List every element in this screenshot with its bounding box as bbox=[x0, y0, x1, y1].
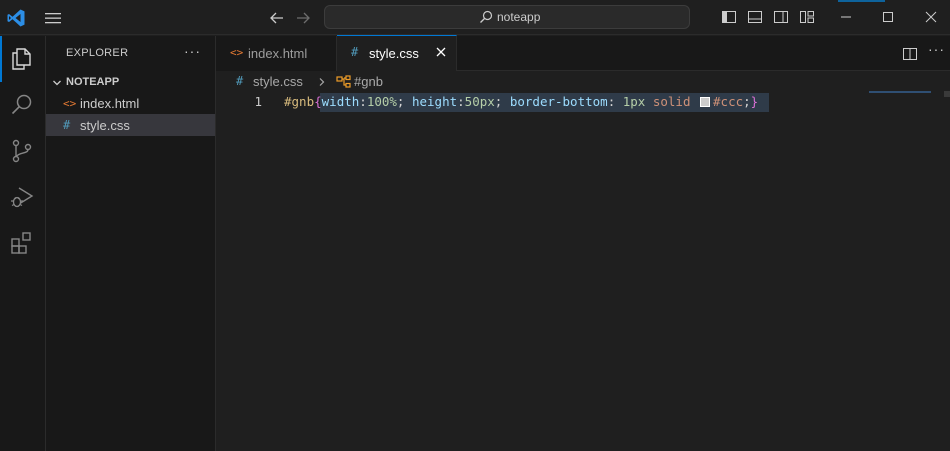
vscode-logo-icon bbox=[7, 9, 25, 27]
chevron-down-icon bbox=[53, 80, 61, 86]
html-file-icon: <> bbox=[63, 97, 77, 110]
activity-source-control[interactable] bbox=[0, 128, 46, 174]
code-text[interactable]: #gnb{width:100%; height:50px; border-bot… bbox=[284, 94, 758, 109]
file-style-css[interactable]: # style.css bbox=[46, 114, 215, 136]
explorer-icon bbox=[12, 48, 31, 70]
minimap[interactable] bbox=[869, 91, 931, 93]
maximize-icon[interactable] bbox=[880, 9, 896, 25]
activity-run-debug[interactable] bbox=[0, 174, 46, 220]
command-center-search[interactable]: noteapp bbox=[324, 5, 690, 29]
file-index-html[interactable]: <> index.html bbox=[46, 92, 215, 114]
back-arrow-icon[interactable] bbox=[268, 9, 286, 27]
tab-index-html[interactable]: <> index.html bbox=[216, 36, 337, 71]
css-property: height bbox=[411, 94, 458, 109]
folder-name: NOTEAPP bbox=[66, 76, 120, 88]
explorer-title: EXPLORER bbox=[66, 47, 129, 59]
code-line[interactable]: 1 #gnb{width:100%; height:50px; border-b… bbox=[216, 93, 950, 112]
close-brace: } bbox=[750, 94, 759, 109]
toggle-primary-sidebar-icon[interactable] bbox=[721, 9, 737, 25]
tab-label: style.css bbox=[369, 46, 419, 61]
html-file-icon: <> bbox=[230, 46, 244, 59]
editor-more-actions-button[interactable]: ··· bbox=[928, 41, 945, 57]
explorer-sidebar: EXPLORER ··· NOTEAPP <> index.html # sty… bbox=[46, 36, 216, 451]
file-label: style.css bbox=[80, 118, 130, 133]
editor-tab-bar: <> index.html # style.css ··· bbox=[216, 35, 950, 71]
css-file-icon: # bbox=[351, 45, 359, 59]
color-swatch[interactable] bbox=[700, 97, 711, 107]
activity-search[interactable] bbox=[0, 82, 46, 128]
css-selector: #gnb bbox=[284, 94, 315, 109]
activity-extensions[interactable] bbox=[0, 220, 46, 266]
forward-arrow-icon[interactable] bbox=[294, 9, 312, 27]
css-property: border-bottom bbox=[509, 94, 608, 109]
code-editor[interactable]: # style.css #gnb 1 #gnb{width:100%; heig… bbox=[216, 71, 950, 451]
chevron-right-icon bbox=[319, 78, 325, 86]
line-number: 1 bbox=[254, 94, 262, 109]
folder-noteapp[interactable]: NOTEAPP bbox=[46, 72, 216, 94]
search-icon bbox=[480, 10, 493, 23]
explorer-more-actions-button[interactable]: ··· bbox=[184, 43, 201, 59]
source-control-icon bbox=[12, 139, 32, 163]
css-keyword: solid bbox=[652, 94, 691, 109]
activity-explorer[interactable] bbox=[0, 36, 46, 82]
close-icon[interactable] bbox=[434, 45, 448, 59]
css-value: 100% bbox=[366, 94, 397, 109]
breadcrumb-symbol[interactable]: #gnb bbox=[354, 74, 383, 89]
css-property: width bbox=[321, 94, 360, 109]
open-brace: { bbox=[314, 94, 322, 109]
split-editor-icon[interactable] bbox=[902, 46, 918, 62]
symbol-class-icon bbox=[336, 75, 351, 88]
search-text: noteapp bbox=[497, 10, 541, 24]
extensions-icon bbox=[11, 232, 31, 254]
scrollbar-marker[interactable] bbox=[944, 91, 950, 97]
css-file-icon: # bbox=[63, 118, 71, 132]
file-label: index.html bbox=[80, 96, 140, 111]
toggle-panel-icon[interactable] bbox=[747, 9, 763, 25]
title-bar: noteapp bbox=[0, 0, 950, 35]
customize-layout-icon[interactable] bbox=[799, 9, 815, 25]
css-value: 1px bbox=[622, 94, 646, 109]
minimize-icon[interactable] bbox=[838, 9, 854, 25]
activity-bar bbox=[0, 36, 46, 451]
tab-style-css[interactable]: # style.css bbox=[337, 35, 457, 71]
title-accent-line bbox=[838, 0, 885, 2]
search-icon bbox=[11, 94, 32, 115]
menu-icon[interactable] bbox=[44, 10, 62, 26]
css-value: 50px bbox=[464, 94, 495, 109]
css-file-icon: # bbox=[236, 74, 244, 88]
css-color-value: #ccc bbox=[713, 94, 744, 109]
close-window-icon[interactable] bbox=[923, 9, 939, 25]
toggle-secondary-sidebar-icon[interactable] bbox=[773, 9, 789, 25]
breadcrumb-file[interactable]: style.css bbox=[253, 74, 303, 89]
run-debug-icon bbox=[11, 187, 34, 208]
tab-label: index.html bbox=[248, 46, 308, 61]
